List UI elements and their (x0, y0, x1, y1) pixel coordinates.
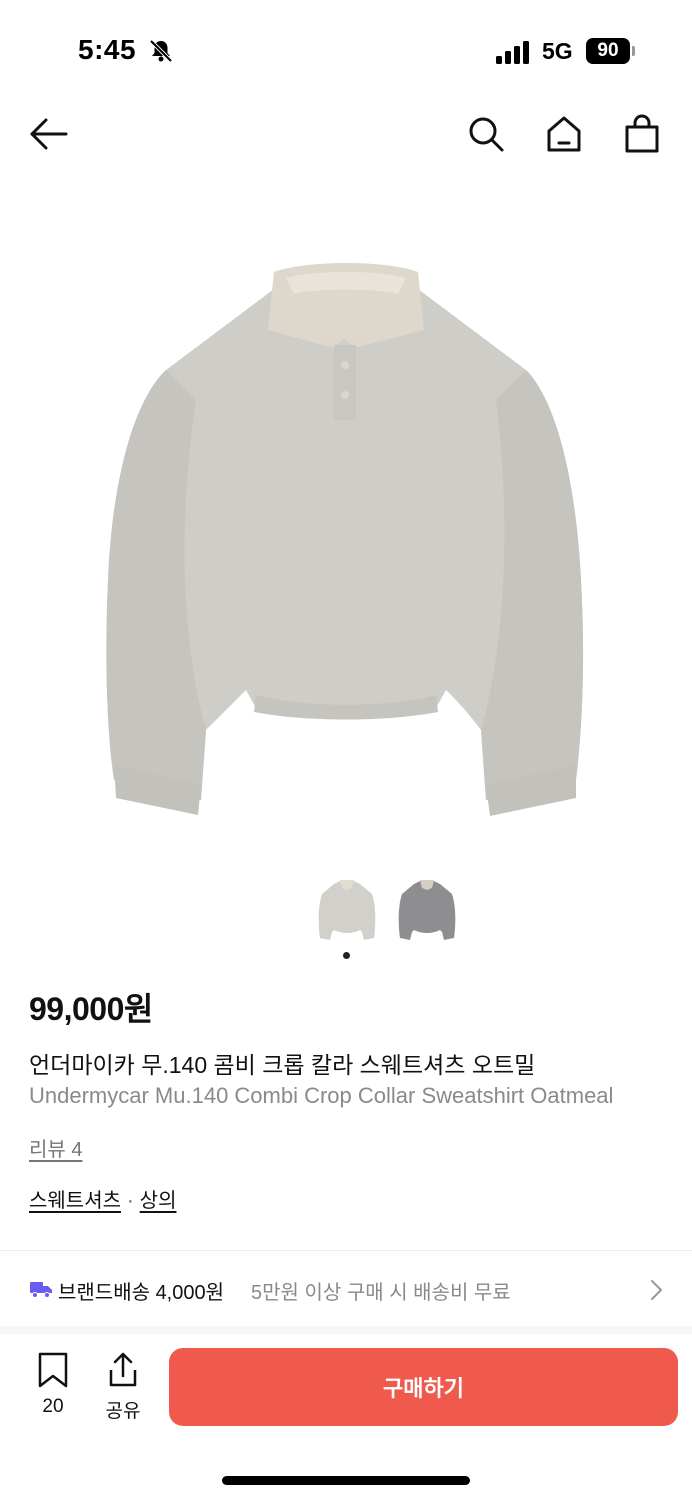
shipping-label: 브랜드배송 4,000원 (58, 1276, 224, 1305)
product-name-english: Undermycar Mu.140 Combi Crop Collar Swea… (29, 1083, 614, 1108)
shopping-bag-icon (625, 114, 659, 153)
shipping-note: 5만원 이상 구매 시 배송비 무료 (251, 1282, 511, 1304)
share-button[interactable]: 공유 (100, 1352, 146, 1422)
category-link-tops[interactable]: 상의 (140, 1190, 177, 1212)
battery-icon: 90 (586, 38, 630, 64)
chevron-right-icon (651, 1280, 662, 1300)
category-separator: · (127, 1190, 134, 1212)
product-price: 99,000원 (29, 991, 153, 1027)
thumbnail-oatmeal[interactable] (316, 874, 378, 944)
home-icon (547, 116, 581, 152)
signal-icon (496, 41, 529, 64)
status-time: 5:45 (78, 34, 137, 65)
product-image[interactable] (0, 190, 692, 850)
thumbnail-grey[interactable] (396, 874, 458, 944)
category-breadcrumb: 스웨트셔츠 · 상의 (29, 1184, 176, 1213)
arrow-left-icon (30, 118, 68, 150)
shipping-row[interactable]: 브랜드배송 4,000원 5만원 이상 구매 시 배송비 무료 (0, 1252, 692, 1326)
review-link[interactable]: 리뷰 4 (29, 1133, 82, 1162)
bookmark-icon (38, 1352, 68, 1388)
cart-button[interactable] (620, 112, 664, 156)
share-label: 공유 (105, 1401, 141, 1422)
search-icon (469, 117, 504, 152)
top-nav (0, 100, 692, 170)
battery-nub (632, 46, 635, 56)
page-indicator-dot (343, 952, 350, 959)
truck-icon (30, 1282, 52, 1298)
shipping-method: 브랜드배송 (58, 1282, 150, 1304)
save-button[interactable]: 20 (30, 1352, 76, 1422)
status-bar: 5:45 5G 90 (0, 0, 692, 100)
category-link-sweatshirt[interactable]: 스웨트셔츠 (29, 1190, 121, 1212)
thumbnail-strip (0, 870, 692, 950)
search-button[interactable] (464, 112, 508, 156)
section-separator (0, 1326, 692, 1334)
home-indicator[interactable] (222, 1476, 470, 1485)
network-type: 5G (542, 38, 573, 64)
bottom-action-bar: 20 공유 구매하기 (0, 1334, 692, 1444)
shipping-fee: 4,000원 (155, 1282, 225, 1304)
home-button[interactable] (542, 112, 586, 156)
divider (0, 1250, 692, 1251)
save-count: 20 (42, 1396, 64, 1417)
sweatshirt-image (106, 263, 584, 816)
share-icon (109, 1352, 137, 1387)
product-name-korean: 언더마이카 무.140 콤비 크롭 칼라 스웨트셔츠 오트밀 (29, 1052, 536, 1078)
back-button[interactable] (26, 112, 70, 156)
buy-button[interactable]: 구매하기 (169, 1348, 678, 1426)
bell-muted-icon (149, 39, 173, 63)
